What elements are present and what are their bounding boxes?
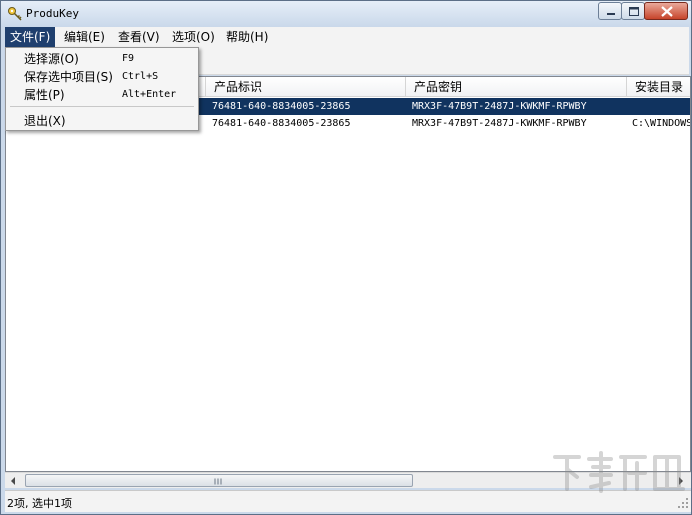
minimize-icon [607,13,615,15]
close-icon [661,6,673,17]
arrow-left-icon [11,477,15,485]
install-dir-cell: C:\WINDOWS [632,118,691,129]
scroll-left-button[interactable] [5,473,21,489]
product-key-cell: MRX3F-47B9T-2487J-KWKMF-RPWBY [412,101,587,112]
product-id-cell: 76481-640-8834005-23865 [212,118,351,129]
menu-item-label: 属性(P) [24,88,65,102]
window-title: ProduKey [26,7,79,20]
product-key-list[interactable]: 产品标识 产品密钥 安装目录 76481-640-8834005-23865 M… [5,76,691,472]
resize-grip-icon[interactable] [677,497,689,509]
product-key-cell: MRX3F-47B9T-2487J-KWKMF-RPWBY [412,118,587,129]
menu-edit[interactable]: 编辑(E) [59,27,110,47]
menu-item-shortcut: Ctrl+S [122,71,159,82]
column-header-product-id[interactable]: 产品标识 [206,77,406,97]
menu-bar: 文件(F) 编辑(E) 查看(V) 选项(O) 帮助(H) [5,27,689,47]
column-header-install-dir[interactable]: 安装目录 [627,77,690,97]
grip-icon [214,478,222,485]
watermark-logo-icon [553,451,685,493]
menu-help[interactable]: 帮助(H) [221,27,273,47]
app-window: ProduKey 文件(F) 编辑(E) 查看(V) 选项(O) 帮助(H) 产… [0,0,692,515]
menu-item-label: 选择源(O) [24,52,79,66]
title-bar[interactable]: ProduKey [1,1,691,27]
status-text: 2项, 选中1项 [7,497,72,510]
menu-separator [10,106,194,107]
menu-item-label: 退出(X) [24,114,66,128]
menu-view[interactable]: 查看(V) [113,27,165,47]
menu-file[interactable]: 文件(F) [5,27,56,47]
file-menu-dropdown: 选择源(O) F9 保存选中项目(S) Ctrl+S 属性(P) Alt+Ent… [5,47,199,131]
key-app-icon [7,6,23,22]
menu-item-label: 保存选中项目(S) [24,70,113,84]
maximize-icon [629,7,639,16]
product-id-cell: 76481-640-8834005-23865 [212,101,351,112]
close-button[interactable] [644,2,688,20]
menu-item-shortcut: F9 [122,53,135,64]
menu-item-select-source[interactable]: 选择源(O) F9 [6,50,198,68]
menu-item-save-selected[interactable]: 保存选中项目(S) Ctrl+S [6,68,198,86]
column-header-product-key[interactable]: 产品密钥 [406,77,627,97]
install-dir-cell [632,98,690,115]
menu-item-properties[interactable]: 属性(P) Alt+Enter [6,86,198,104]
menu-item-exit[interactable]: 退出(X) [6,112,198,130]
scroll-thumb[interactable] [25,474,413,487]
menu-options[interactable]: 选项(O) [167,27,220,47]
minimize-button[interactable] [598,2,622,20]
maximize-button[interactable] [621,2,645,20]
menu-item-shortcut: Alt+Enter [122,89,177,100]
